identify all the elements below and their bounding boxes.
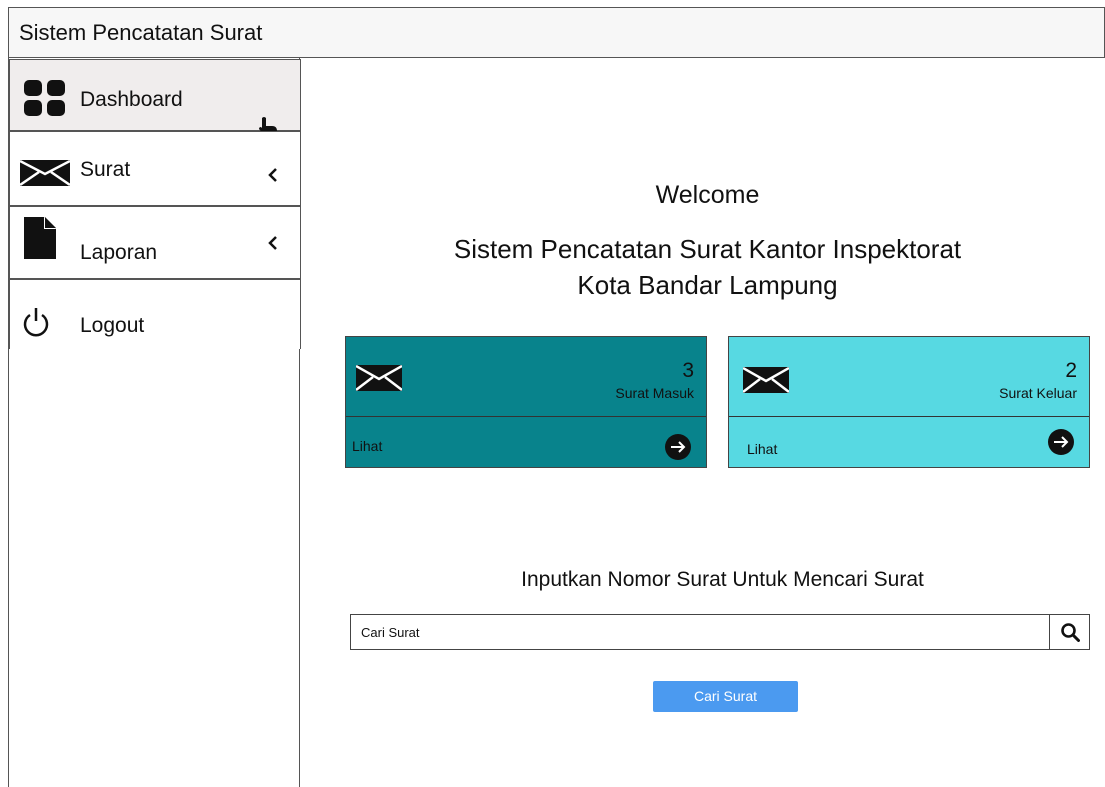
sidebar: Dashboard Surat Laporan Logout [8, 58, 301, 787]
welcome-heading: Welcome [655, 181, 760, 209]
search-icon-button[interactable] [1049, 615, 1089, 649]
app-title: Sistem Pencatatan Surat [19, 20, 263, 45]
card-surat-masuk: 3 Surat Masuk Lihat [345, 336, 707, 468]
sidebar-item-label: Dashboard [80, 88, 183, 111]
sidebar-item-logout[interactable]: Logout [9, 279, 301, 349]
card-header: 2 Surat Keluar [729, 337, 1089, 417]
document-icon [24, 217, 56, 259]
cari-surat-button[interactable]: Cari Surat [653, 681, 798, 712]
card-link-lihat[interactable]: Lihat [352, 438, 382, 454]
sidebar-item-surat[interactable]: Surat [9, 131, 301, 206]
sidebar-item-laporan[interactable]: Laporan [9, 206, 301, 279]
power-icon [23, 308, 49, 337]
subtitle-line-2: Kota Bandar Lampung [577, 270, 838, 300]
card-label: Surat Masuk [615, 385, 694, 401]
card-link-lihat[interactable]: Lihat [747, 441, 777, 457]
chevron-left-icon[interactable] [268, 235, 278, 251]
card-header: 3 Surat Masuk [346, 337, 706, 417]
sidebar-item-dashboard[interactable]: Dashboard [9, 59, 301, 141]
card-surat-keluar: 2 Surat Keluar Lihat [728, 336, 1090, 468]
card-count: 3 [682, 359, 694, 382]
search-icon [1061, 623, 1080, 642]
subtitle-line-1: Sistem Pencatatan Surat Kantor Inspektor… [453, 234, 962, 264]
search-heading: Inputkan Nomor Surat Untuk Mencari Surat [521, 568, 924, 591]
sidebar-item-label: Logout [80, 314, 145, 337]
chevron-left-icon[interactable] [268, 167, 278, 183]
card-count: 2 [1065, 359, 1077, 382]
envelope-icon [20, 160, 70, 186]
arrow-right-circle-icon[interactable] [1047, 428, 1075, 456]
search-input[interactable] [351, 615, 1051, 649]
sidebar-item-label: Laporan [80, 241, 158, 264]
search-bar [350, 614, 1090, 650]
envelope-icon [743, 367, 789, 393]
arrow-right-circle-icon[interactable] [664, 433, 692, 461]
envelope-icon [356, 365, 402, 391]
card-label: Surat Keluar [999, 385, 1077, 401]
dashboard-grid-icon [24, 80, 65, 116]
app-header: Sistem Pencatatan Surat [8, 7, 1105, 58]
sidebar-item-label: Surat [80, 158, 131, 181]
